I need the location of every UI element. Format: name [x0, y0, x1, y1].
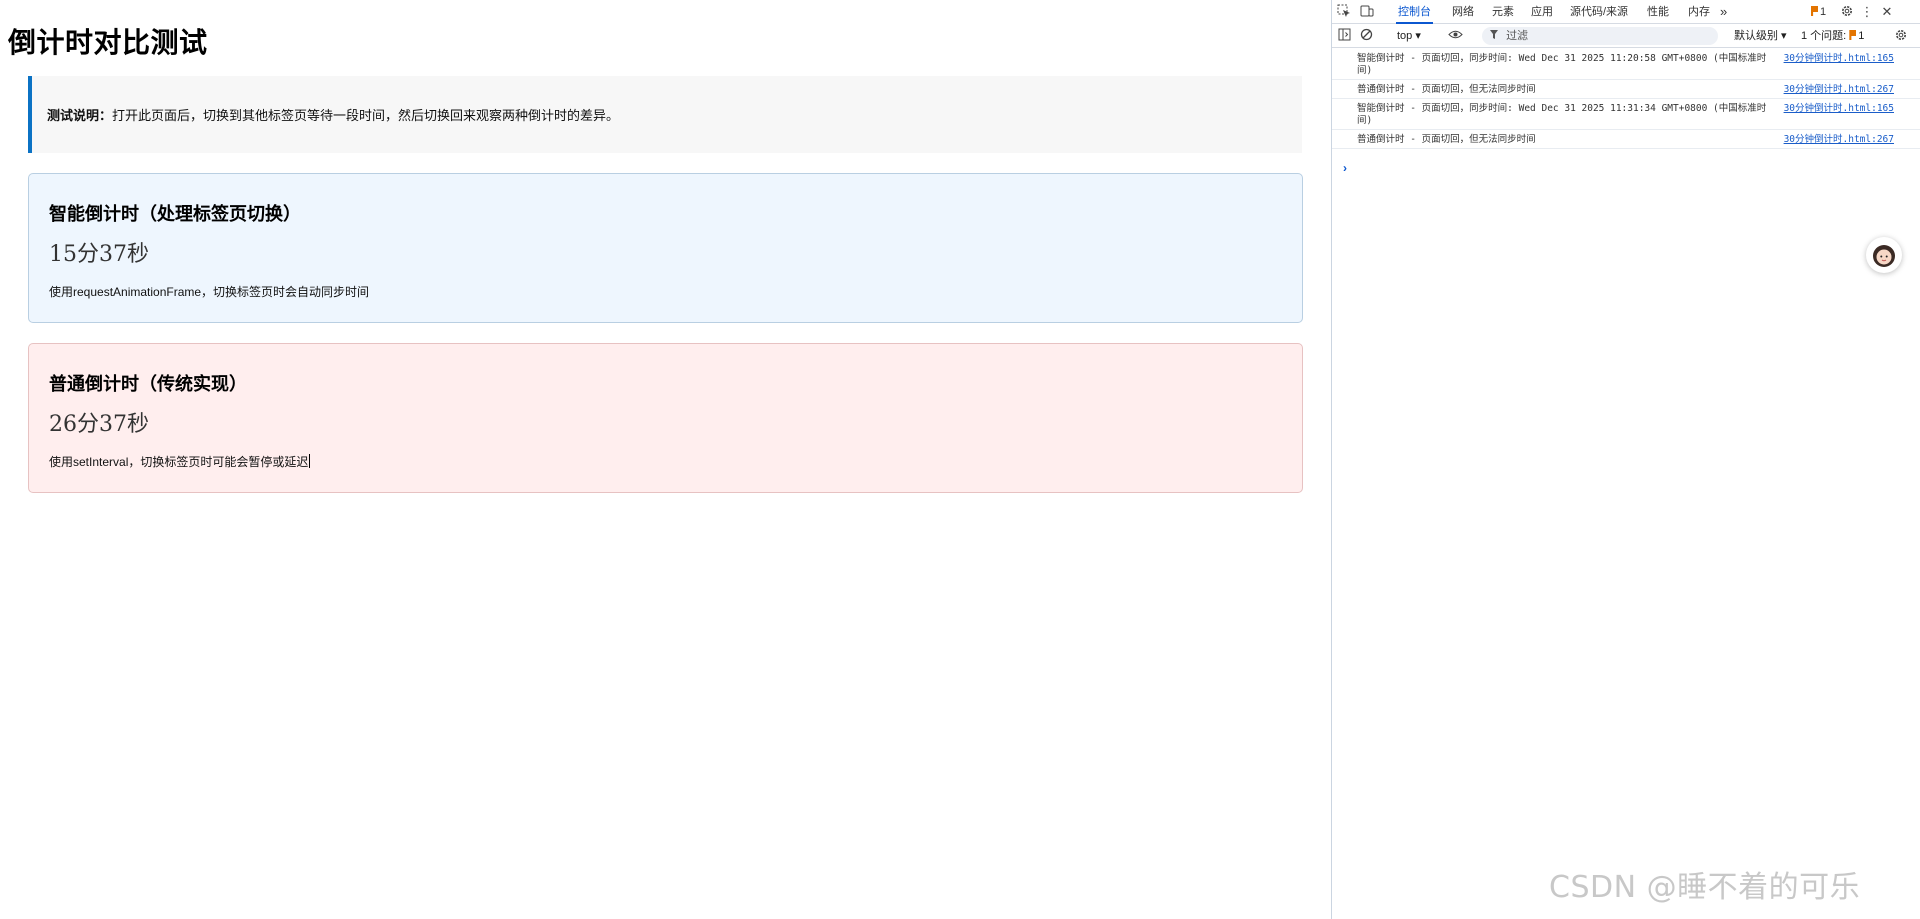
log-source-link[interactable]: 30分钟倒计时.html:165	[1784, 53, 1894, 65]
tab-application[interactable]: 应用	[1529, 0, 1555, 24]
normal-countdown-desc: 使用setInterval，切换标签页时可能会暂停或延迟	[49, 453, 1302, 470]
log-level-select[interactable]: 默认级别 ▾	[1734, 28, 1787, 44]
issue-flag-icon	[1811, 6, 1818, 16]
normal-countdown-title: 普通倒计时（传统实现）	[49, 374, 247, 394]
log-message: 智能倒计时 - 页面切回，同步时间: Wed Dec 31 2025 11:31…	[1357, 103, 1767, 126]
console-log-list: 智能倒计时 - 页面切回，同步时间: Wed Dec 31 2025 11:20…	[1332, 49, 1920, 149]
clear-console-icon[interactable]	[1358, 28, 1374, 44]
tab-elements[interactable]: 元素	[1490, 0, 1516, 24]
more-tabs-icon[interactable]: »	[1718, 0, 1729, 24]
tab-network[interactable]: 网络	[1450, 0, 1476, 24]
tab-performance[interactable]: 性能	[1645, 0, 1671, 24]
console-toolbar: top ▾ 过滤 默认级别 ▾ 1 个问题: 1	[1332, 24, 1920, 48]
issues-counter[interactable]: 1 个问题: 1	[1801, 28, 1864, 44]
console-filter-input[interactable]: 过滤	[1482, 27, 1718, 45]
log-source-link[interactable]: 30分钟倒计时.html:267	[1784, 134, 1894, 146]
log-message: 智能倒计时 - 页面切回，同步时间: Wed Dec 31 2025 11:20…	[1357, 53, 1767, 76]
console-prompt[interactable]: ›	[1343, 161, 1347, 175]
issues-badge[interactable]: 1	[1811, 5, 1826, 19]
page-title: 倒计时对比测试	[8, 27, 208, 58]
avatar-face-icon	[1873, 245, 1895, 267]
issue-flag-icon	[1849, 30, 1857, 40]
more-options-icon[interactable]: ⋮	[1859, 4, 1875, 20]
note-text: 打开此页面后，切换到其他标签页等待一段时间，然后切换回来观察两种倒计时的差异。	[112, 108, 620, 123]
tab-console[interactable]: 控制台	[1396, 0, 1433, 24]
smart-countdown-time: 15分37秒	[49, 242, 149, 267]
log-source-link[interactable]: 30分钟倒计时.html:165	[1784, 103, 1894, 115]
sidebar-toggle-icon[interactable]	[1336, 28, 1352, 44]
filter-placeholder: 过滤	[1506, 30, 1529, 42]
device-toolbar-icon[interactable]	[1359, 4, 1375, 20]
smart-countdown-title: 智能倒计时（处理标签页切换）	[49, 204, 301, 224]
filter-icon	[1490, 30, 1501, 42]
devtools-tab-bar: 控制台 网络 元素 应用 源代码/来源 性能 内存 » 1 ⋮ ✕	[1332, 0, 1920, 24]
close-devtools-icon[interactable]: ✕	[1879, 4, 1895, 20]
log-message: 普通倒计时 - 页面切回，但无法同步时间	[1357, 84, 1536, 95]
context-selector[interactable]: top ▾	[1397, 28, 1421, 44]
normal-countdown-desc-text: 使用setInterval，切换标签页时可能会暂停或延迟	[49, 455, 309, 469]
console-log-row: 普通倒计时 - 页面切回，但无法同步时间 30分钟倒计时.html:267	[1332, 130, 1920, 149]
console-log-row: 普通倒计时 - 页面切回，但无法同步时间 30分钟倒计时.html:267	[1332, 80, 1920, 99]
watermark: CSDN @睡不着的可乐	[1549, 870, 1861, 905]
devtools-panel: 控制台 网络 元素 应用 源代码/来源 性能 内存 » 1 ⋮ ✕ top ▾ …	[1331, 0, 1920, 919]
log-message: 普通倒计时 - 页面切回，但无法同步时间	[1357, 134, 1536, 145]
text-caret	[309, 454, 311, 468]
tab-memory[interactable]: 内存	[1686, 0, 1712, 24]
normal-countdown-time: 26分37秒	[49, 412, 149, 437]
test-note: 测试说明： 打开此页面后，切换到其他标签页等待一段时间，然后切换回来观察两种倒计…	[28, 76, 1302, 153]
smart-countdown-card: 智能倒计时（处理标签页切换） 15分37秒 使用requestAnimation…	[28, 173, 1303, 323]
inspect-element-icon[interactable]	[1336, 4, 1352, 20]
settings-gear-icon[interactable]	[1839, 4, 1855, 20]
log-source-link[interactable]: 30分钟倒计时.html:267	[1784, 84, 1894, 96]
console-log-row: 智能倒计时 - 页面切回，同步时间: Wed Dec 31 2025 11:20…	[1332, 49, 1920, 80]
smart-countdown-desc: 使用requestAnimationFrame，切换标签页时会自动同步时间	[49, 285, 370, 299]
tab-sources[interactable]: 源代码/来源	[1568, 0, 1630, 24]
console-log-row: 智能倒计时 - 页面切回，同步时间: Wed Dec 31 2025 11:31…	[1332, 99, 1920, 130]
note-label: 测试说明：	[47, 108, 113, 123]
console-settings-gear-icon[interactable]	[1893, 28, 1909, 44]
live-expression-eye-icon[interactable]	[1447, 28, 1463, 44]
assistant-avatar[interactable]	[1866, 237, 1902, 273]
test-page: 倒计时对比测试 测试说明： 打开此页面后，切换到其他标签页等待一段时间，然后切换…	[0, 0, 1331, 919]
normal-countdown-card: 普通倒计时（传统实现） 26分37秒 使用setInterval，切换标签页时可…	[28, 343, 1303, 493]
